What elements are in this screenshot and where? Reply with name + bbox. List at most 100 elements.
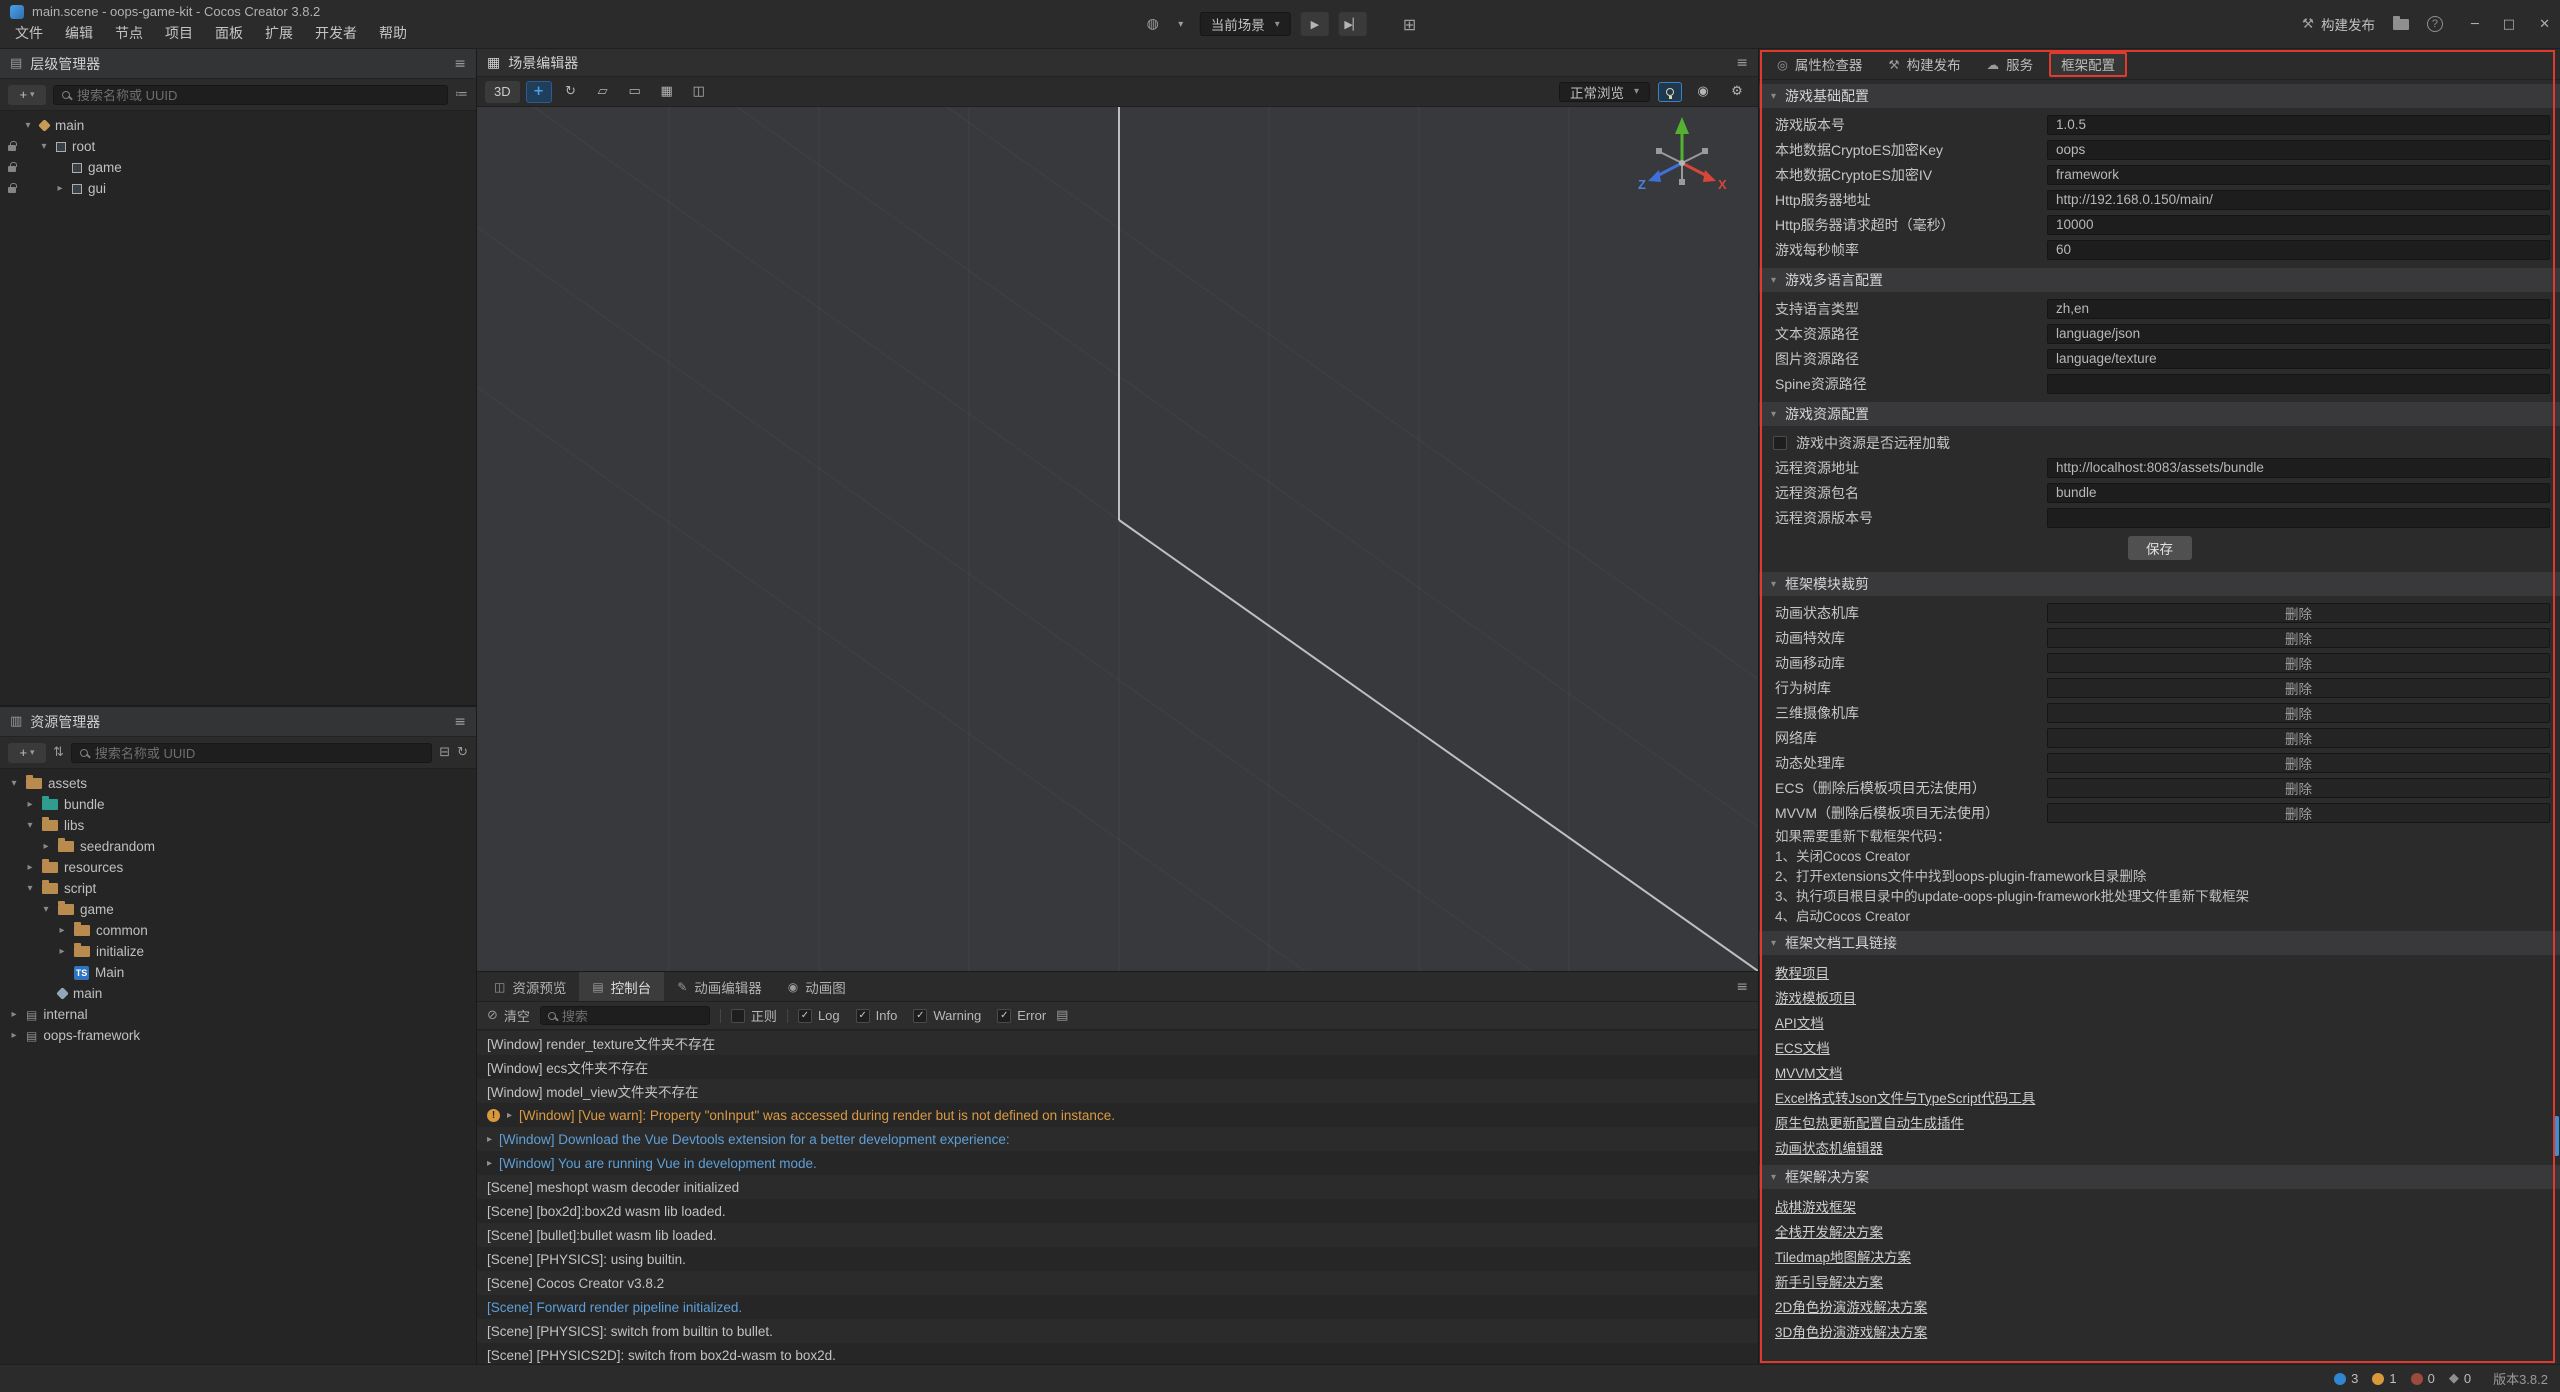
checkbox-icon[interactable] xyxy=(1773,436,1787,450)
tree-node-initialize[interactable]: ▸initialize xyxy=(0,941,476,962)
tree-node-script[interactable]: ▾script xyxy=(0,878,476,899)
preview-caret-icon[interactable]: ▾ xyxy=(1172,13,1190,35)
mode-3d-button[interactable]: 3D xyxy=(485,81,520,103)
link-新手引导解决方案[interactable]: 新手引导解决方案 xyxy=(1775,1271,1883,1291)
orientation-gizmo[interactable]: X Z xyxy=(1632,113,1732,213)
refresh-icon[interactable]: ↻ xyxy=(457,745,468,760)
play-button[interactable]: ▶ xyxy=(1301,12,1329,36)
warning-count-badge[interactable]: 1 xyxy=(2372,1371,2396,1386)
tree-node-oops-framework[interactable]: ▸▤oops-framework xyxy=(0,1025,476,1046)
lighting-toggle-button[interactable] xyxy=(1658,82,1682,102)
tree-node-gui[interactable]: ▸gui xyxy=(0,178,476,199)
console-tab-控制台[interactable]: ▤控制台 xyxy=(579,972,664,1001)
assets-search-input[interactable]: 搜索名称或 UUID xyxy=(71,743,432,763)
link-2D角色扮演游戏解决方案[interactable]: 2D角色扮演游戏解决方案 xyxy=(1775,1296,1927,1316)
chevron-icon[interactable]: ▸ xyxy=(8,1009,20,1020)
section-header[interactable]: ▾框架文档工具链接 xyxy=(1759,931,2560,955)
chevron-icon[interactable]: ▸ xyxy=(8,1030,20,1041)
link-MVVM文档[interactable]: MVVM文档 xyxy=(1775,1062,1843,1082)
field-本地数据CryptoES加密IV[interactable]: framework xyxy=(2047,165,2550,185)
tree-node-internal[interactable]: ▸▤internal xyxy=(0,1004,476,1025)
log-row[interactable]: [Scene] [PHYSICS]: switch from builtin t… xyxy=(477,1319,1758,1343)
inspector-tab-构建发布[interactable]: ⚒构建发布 xyxy=(1878,52,1970,77)
link-3D角色扮演游戏解决方案[interactable]: 3D角色扮演游戏解决方案 xyxy=(1775,1321,1927,1341)
layout-grid-icon[interactable]: ⊞ xyxy=(1403,15,1416,34)
rect-tool-button[interactable]: ▭ xyxy=(622,81,648,103)
field-文本资源路径[interactable]: language/json xyxy=(2047,324,2550,344)
tree-node-main[interactable]: ▾main xyxy=(0,115,476,136)
field-远程资源包名[interactable]: bundle xyxy=(2047,483,2550,503)
link-ECS文档[interactable]: ECS文档 xyxy=(1775,1037,1830,1057)
inspector-tab-属性检查器[interactable]: ◎属性检查器 xyxy=(1767,52,1872,77)
error-count-badge[interactable]: 0 xyxy=(2411,1371,2435,1386)
inspector-tab-框架配置[interactable]: 框架配置 xyxy=(2049,52,2127,77)
section-header[interactable]: ▾游戏多语言配置 xyxy=(1759,268,2560,292)
assets-filter-icon[interactable]: ⊟ xyxy=(439,745,450,760)
scale-tool-button[interactable]: ▱ xyxy=(590,81,616,103)
tree-node-root[interactable]: ▾root xyxy=(0,136,476,157)
expand-icon[interactable]: ▸ xyxy=(487,1158,492,1169)
chevron-icon[interactable]: ▾ xyxy=(38,141,50,152)
delete-button[interactable]: 删除 xyxy=(2047,703,2550,723)
chevron-icon[interactable]: ▾ xyxy=(22,120,34,131)
checkbox-icon[interactable] xyxy=(856,1009,870,1023)
scrollbar-thumb[interactable] xyxy=(2554,1116,2559,1156)
close-button[interactable]: ✕ xyxy=(2539,17,2550,32)
chevron-icon[interactable]: ▸ xyxy=(40,841,52,852)
log-row[interactable]: [Scene] meshopt wasm decoder initialized xyxy=(477,1175,1758,1199)
scene-select-dropdown[interactable]: 当前场景 ▾ xyxy=(1200,12,1291,36)
create-node-button[interactable]: +▾ xyxy=(8,85,46,105)
console-search-input[interactable]: 搜索 xyxy=(540,1006,710,1025)
section-header[interactable]: ▾框架解决方案 xyxy=(1759,1165,2560,1189)
delete-button[interactable]: 删除 xyxy=(2047,728,2550,748)
menu-item[interactable]: 文件 xyxy=(4,20,54,46)
menu-item[interactable]: 扩展 xyxy=(254,20,304,46)
field-远程资源地址[interactable]: http://localhost:8083/assets/bundle xyxy=(2047,458,2550,478)
tree-node-main[interactable]: main xyxy=(0,983,476,1004)
section-header[interactable]: ▾框架模块裁剪 xyxy=(1759,572,2560,596)
export-log-icon[interactable]: ▤ xyxy=(1056,1008,1068,1023)
inspector-tab-服务[interactable]: ☁服务 xyxy=(1977,52,2044,77)
move-tool-button[interactable]: + xyxy=(526,81,552,103)
chevron-icon[interactable]: ▾ xyxy=(40,904,52,915)
console-tab-动画图[interactable]: ◉动画图 xyxy=(775,972,859,1001)
log-row[interactable]: [Scene] [PHYSICS]: using builtin. xyxy=(477,1247,1758,1271)
checkbox-icon[interactable] xyxy=(798,1009,812,1023)
link-Excel格式转Json文件与TypeScript代码工具[interactable]: Excel格式转Json文件与TypeScript代码工具 xyxy=(1775,1087,2035,1107)
field-本地数据CryptoES加密Key[interactable]: oops xyxy=(2047,140,2550,160)
menu-item[interactable]: 项目 xyxy=(154,20,204,46)
hierarchy-search-input[interactable]: 搜索名称或 UUID xyxy=(53,85,448,105)
info-count-badge[interactable]: 3 xyxy=(2334,1371,2358,1386)
field-远程资源版本号[interactable] xyxy=(2047,508,2550,528)
anchor-tool-button[interactable]: ▦ xyxy=(654,81,680,103)
delete-button[interactable]: 删除 xyxy=(2047,603,2550,623)
maximize-button[interactable]: □ xyxy=(2503,17,2515,32)
section-header[interactable]: ▾游戏资源配置 xyxy=(1759,402,2560,426)
panel-menu-icon[interactable]: ≡ xyxy=(1736,55,1748,71)
regex-toggle[interactable]: 正则 xyxy=(731,1006,777,1025)
menu-item[interactable]: 编辑 xyxy=(54,20,104,46)
field-支持语言类型[interactable]: zh,en xyxy=(2047,299,2550,319)
menu-item[interactable]: 面板 xyxy=(204,20,254,46)
delete-button[interactable]: 删除 xyxy=(2047,653,2550,673)
filter-log[interactable]: Log xyxy=(798,1008,840,1023)
tree-node-common[interactable]: ▸common xyxy=(0,920,476,941)
task-count-badge[interactable]: ◆ 0 xyxy=(2449,1371,2471,1386)
log-row[interactable]: [Window] render_texture文件夹不存在 xyxy=(477,1031,1758,1055)
chevron-icon[interactable]: ▸ xyxy=(24,799,36,810)
hierarchy-filter-icon[interactable]: ≔ xyxy=(455,87,468,102)
log-row[interactable]: [Scene] Cocos Creator v3.8.2 xyxy=(477,1271,1758,1295)
save-button[interactable]: 保存 xyxy=(2128,536,2192,560)
menu-item[interactable]: 开发者 xyxy=(304,20,368,46)
delete-button[interactable]: 删除 xyxy=(2047,628,2550,648)
chevron-icon[interactable]: ▸ xyxy=(56,925,68,936)
expand-icon[interactable]: ▸ xyxy=(507,1110,512,1121)
panel-menu-icon[interactable]: ≡ xyxy=(454,56,466,72)
link-API文档[interactable]: API文档 xyxy=(1775,1012,1824,1032)
rotate-tool-button[interactable]: ↻ xyxy=(558,81,584,103)
link-全栈开发解决方案[interactable]: 全栈开发解决方案 xyxy=(1775,1221,1883,1241)
field-Http服务器请求超时（毫秒）[interactable]: 10000 xyxy=(2047,215,2550,235)
log-row[interactable]: [Window] model_view文件夹不存在 xyxy=(477,1079,1758,1103)
log-row[interactable]: [Scene] [bullet]:bullet wasm lib loaded. xyxy=(477,1223,1758,1247)
filter-info[interactable]: Info xyxy=(856,1008,898,1023)
